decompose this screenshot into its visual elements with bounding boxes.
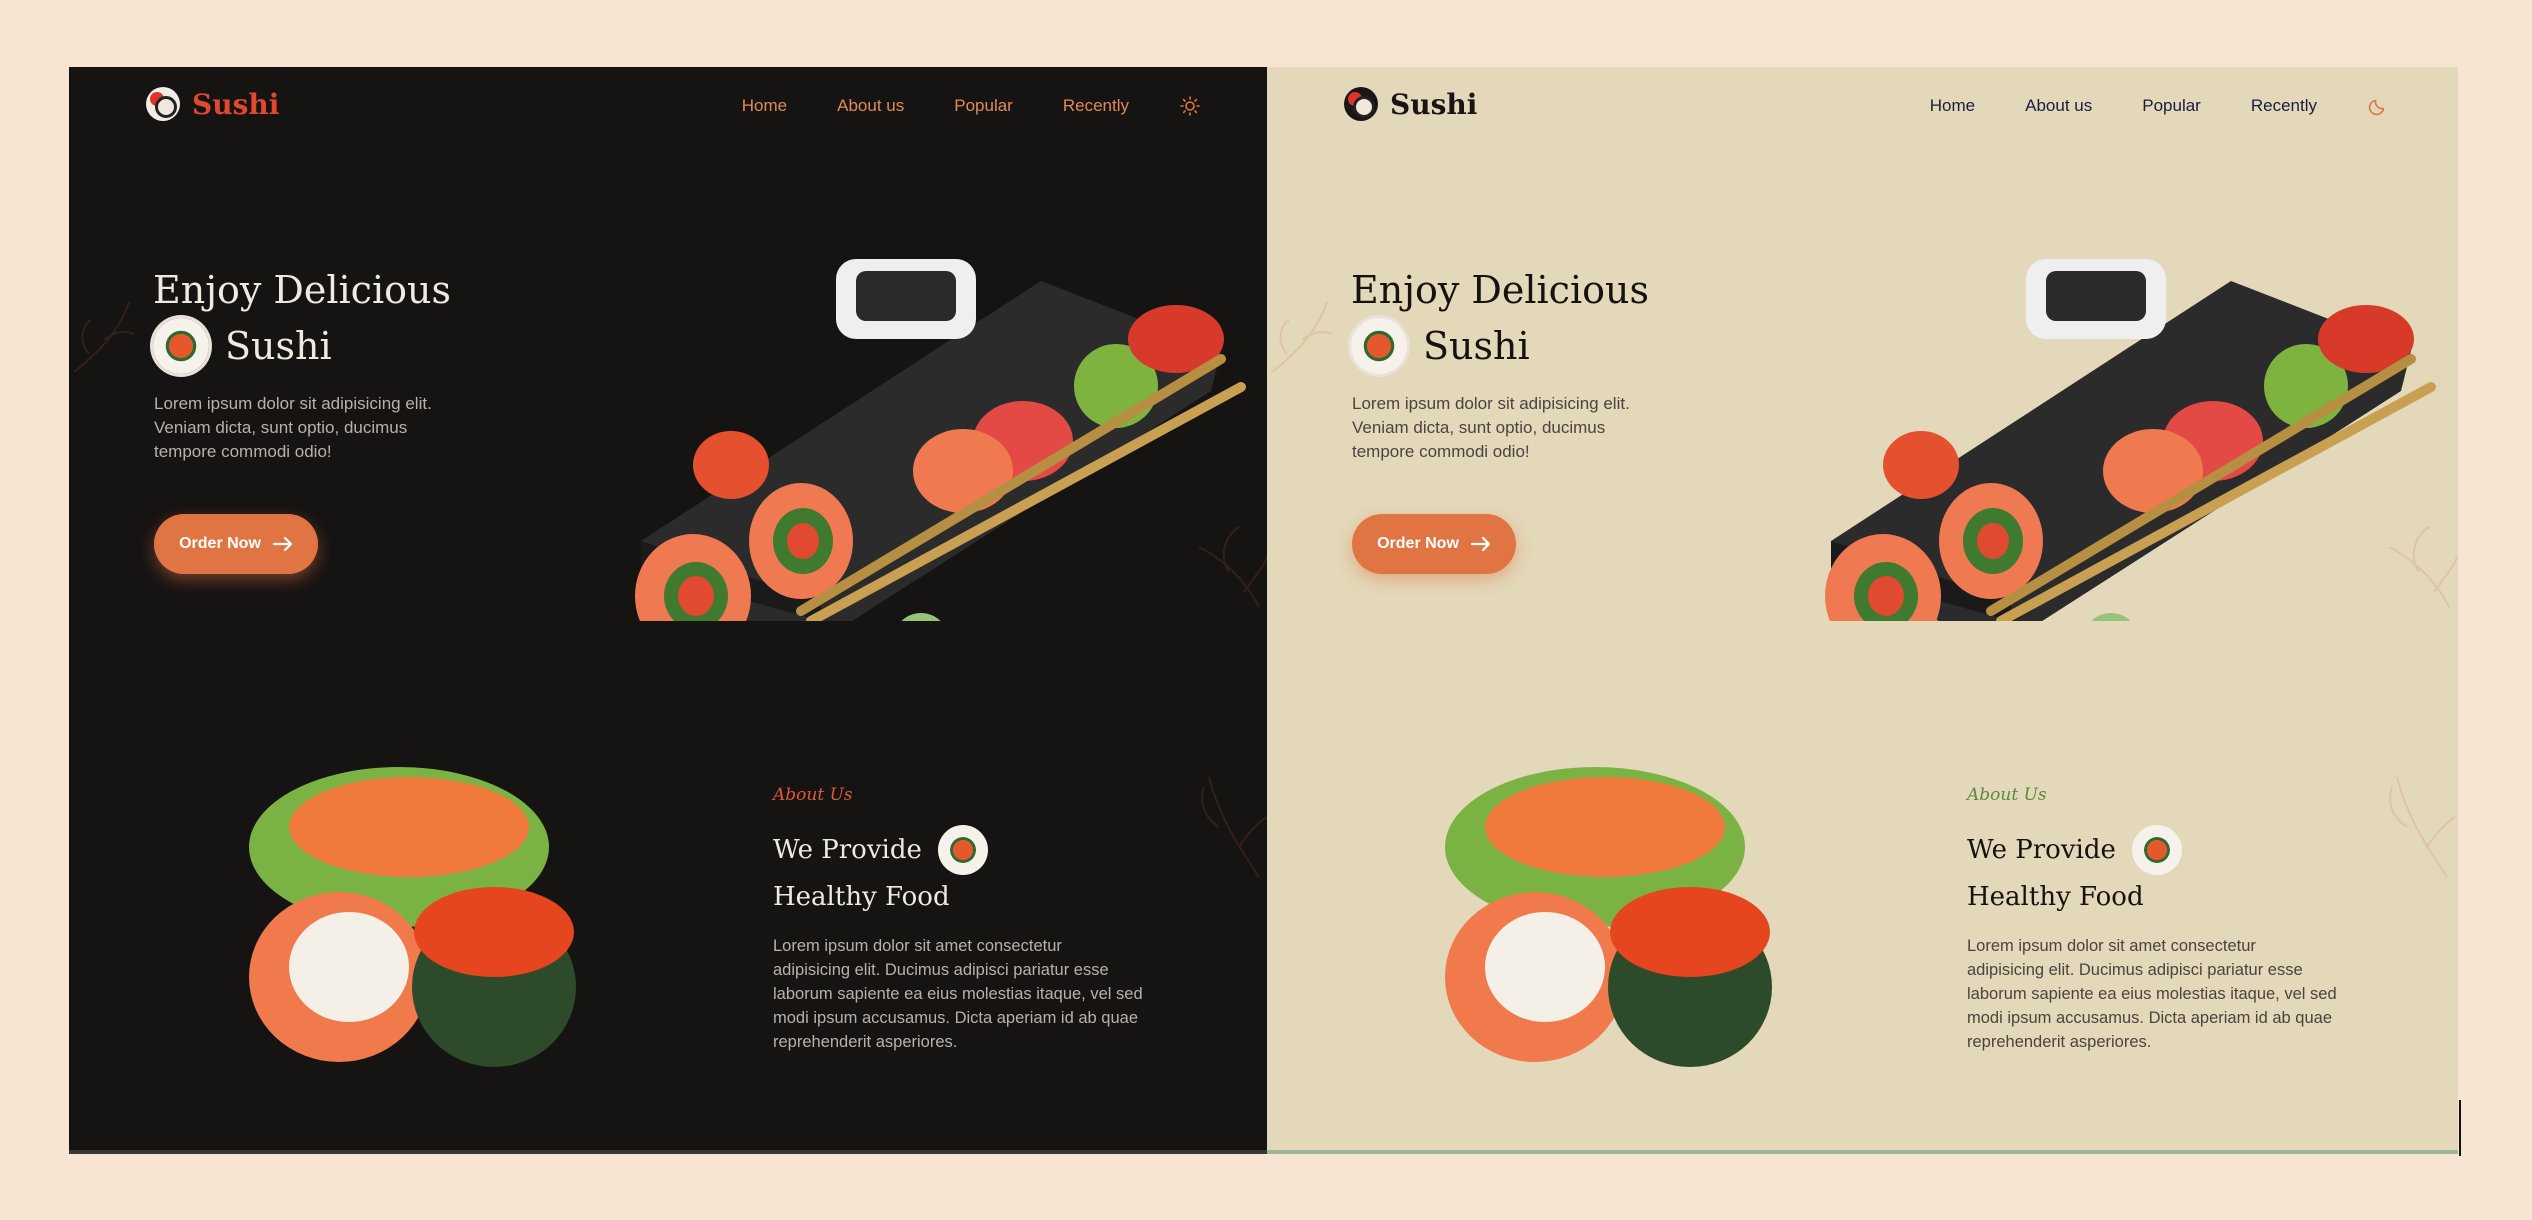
sushi-logo-icon (1344, 87, 1378, 121)
about-text: Lorem ipsum dolor sit amet consectetur a… (773, 937, 1143, 1051)
sushi-plate-image (1825, 259, 2436, 621)
about-title-line1: We Provide (1967, 834, 2116, 865)
hero-title-line1: Enjoy Delicious (153, 268, 451, 312)
arrow-right-icon (272, 536, 292, 552)
leaf-decoration-icon (1201, 776, 1267, 878)
about-title-line1: We Provide (773, 834, 922, 865)
order-now-label: Order Now (179, 535, 261, 552)
light-theme-preview: Sushi Home About us Popular Recently Enj… (1267, 67, 2458, 1154)
logo[interactable]: Sushi (146, 87, 279, 121)
leaf-decoration-icon (73, 301, 135, 373)
sushi-plate-image (635, 259, 1246, 621)
nav-home[interactable]: Home (742, 96, 787, 116)
logo[interactable]: Sushi (1344, 87, 1477, 121)
sun-icon[interactable] (1179, 95, 1201, 117)
navbar: Home About us Popular Recently (1930, 95, 2389, 117)
divider (1267, 1150, 2458, 1154)
nav-home[interactable]: Home (1930, 96, 1975, 116)
sushi-combo-image (1445, 767, 1772, 1067)
logo-text: Sushi (1390, 87, 1478, 121)
about-kicker: About Us (1967, 785, 2047, 805)
hero-title-line2: Sushi (1423, 324, 1530, 368)
sushi-roll-icon (1351, 318, 1407, 374)
navbar: Home About us Popular Recently (742, 95, 1201, 117)
leaf-decoration-icon (1271, 301, 1333, 373)
order-now-button[interactable]: Order Now (1352, 514, 1516, 574)
sushi-combo-image (249, 767, 576, 1067)
sushi-roll-icon (153, 318, 209, 374)
nav-popular[interactable]: Popular (954, 96, 1013, 116)
nav-recently[interactable]: Recently (1063, 96, 1129, 116)
about-title-line2: Healthy Food (1967, 882, 2144, 912)
moon-icon[interactable] (2367, 95, 2389, 117)
nav-about-us[interactable]: About us (2025, 96, 2092, 116)
about-kicker: About Us (773, 785, 853, 805)
about-text: Lorem ipsum dolor sit amet consectetur a… (1967, 937, 2337, 1051)
about-title: We Provide Healthy Food (1967, 825, 2182, 920)
dark-theme-preview: Sushi Home About us Popular Recently Enj… (69, 67, 1267, 1154)
arrow-right-icon (1470, 536, 1490, 552)
sushi-roll-icon (937, 825, 988, 875)
leaf-decoration-icon (2389, 776, 2456, 878)
hero-description: Lorem ipsum dolor sit adipisicing elit. … (1352, 394, 1630, 461)
nav-popular[interactable]: Popular (2142, 96, 2201, 116)
order-now-button[interactable]: Order Now (154, 514, 318, 574)
sushi-roll-icon (2131, 825, 2182, 875)
hero-title: Enjoy Delicious Sushi (153, 262, 451, 374)
order-now-label: Order Now (1377, 535, 1459, 552)
about-title: We Provide Healthy Food (773, 825, 988, 920)
divider (69, 1150, 1267, 1154)
divider (2459, 1100, 2461, 1156)
nav-recently[interactable]: Recently (2251, 96, 2317, 116)
about-title-line2: Healthy Food (773, 882, 950, 912)
hero-title-line2: Sushi (225, 324, 332, 368)
hero-title-line1: Enjoy Delicious (1351, 268, 1649, 312)
nav-about-us[interactable]: About us (837, 96, 904, 116)
sushi-logo-icon (146, 87, 180, 121)
logo-text: Sushi (192, 87, 280, 121)
hero-description: Lorem ipsum dolor sit adipisicing elit. … (154, 394, 432, 461)
hero-title: Enjoy Delicious Sushi (1351, 262, 1649, 374)
